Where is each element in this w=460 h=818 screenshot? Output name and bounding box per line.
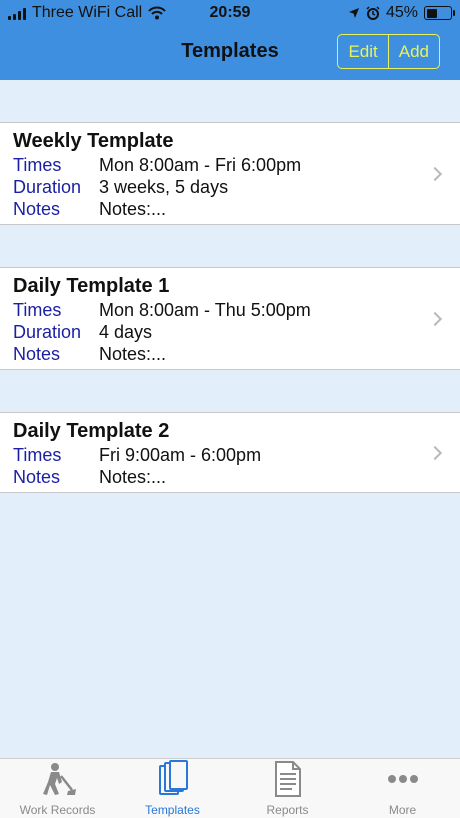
times-value: Fri 9:00am - 6:00pm: [99, 445, 262, 465]
duration-row: Duration 3 weeks, 5 days: [13, 176, 448, 198]
edit-button[interactable]: Edit: [338, 35, 387, 68]
template-title: Daily Template 1: [13, 275, 170, 297]
duration-value: 3 weeks, 5 days: [99, 177, 229, 197]
tab-label: Work Records: [19, 803, 96, 817]
notes-value: Notes:...: [99, 199, 167, 219]
worker-icon: [39, 759, 77, 799]
duration-row: Duration 4 days: [13, 321, 448, 343]
tab-label: More: [388, 803, 417, 817]
tab-templates[interactable]: Templates: [115, 759, 230, 818]
tab-work-records[interactable]: Work Records: [0, 759, 115, 818]
template-row-daily-2[interactable]: Daily Template 2 Times Fri 9:00am - 6:00…: [0, 412, 460, 493]
duration-value: 4 days: [99, 322, 153, 342]
battery-percent: 45%: [385, 4, 418, 21]
times-row: Times Mon 8:00am - Thu 5:00pm: [13, 299, 448, 321]
notes-row: Notes Notes:...: [13, 198, 448, 220]
times-row: Times Fri 9:00am - 6:00pm: [13, 444, 448, 466]
template-title: Weekly Template: [13, 130, 174, 152]
tab-reports[interactable]: Reports: [230, 759, 345, 818]
alarm-icon: [366, 6, 380, 20]
template-title: Daily Template 2: [13, 420, 170, 442]
nav-button-group: Edit Add: [337, 34, 440, 69]
templates-icon: [157, 759, 189, 799]
times-label: Times: [13, 445, 62, 465]
times-label: Times: [13, 300, 62, 320]
tab-more[interactable]: More: [345, 759, 460, 818]
location-icon: [348, 8, 359, 18]
notes-row: Notes Notes:...: [13, 466, 448, 488]
battery-icon: [424, 6, 455, 20]
template-list: Weekly Template Times Mon 8:00am - Fri 6…: [0, 80, 460, 493]
notes-label: Notes: [13, 467, 61, 487]
template-row-daily-1[interactable]: Daily Template 1 Times Mon 8:00am - Thu …: [0, 267, 460, 370]
more-icon: [387, 759, 419, 799]
notes-value: Notes:...: [99, 344, 167, 364]
duration-label: Duration: [13, 177, 82, 197]
document-icon: [274, 759, 302, 799]
notes-row: Notes Notes:...: [13, 343, 448, 365]
duration-label: Duration: [13, 322, 82, 342]
times-row: Times Mon 8:00am - Fri 6:00pm: [13, 154, 448, 176]
tab-bar: Work Records Templates Reports More: [0, 758, 460, 818]
notes-label: Notes: [13, 344, 61, 364]
times-value: Mon 8:00am - Fri 6:00pm: [99, 155, 302, 175]
times-label: Times: [13, 155, 62, 175]
header: Three WiFi Call 20:59 45% Templates Edit…: [0, 0, 460, 80]
status-bar: Three WiFi Call 20:59 45%: [0, 0, 460, 28]
notes-label: Notes: [13, 199, 61, 219]
times-value: Mon 8:00am - Thu 5:00pm: [99, 300, 311, 320]
notes-value: Notes:...: [99, 467, 167, 487]
battery-fill: [426, 8, 437, 18]
template-row-weekly[interactable]: Weekly Template Times Mon 8:00am - Fri 6…: [0, 122, 460, 225]
add-button[interactable]: Add: [387, 35, 439, 68]
tab-label: Reports: [266, 803, 309, 817]
status-right: 45%: [348, 4, 455, 22]
tab-label: Templates: [145, 803, 200, 817]
